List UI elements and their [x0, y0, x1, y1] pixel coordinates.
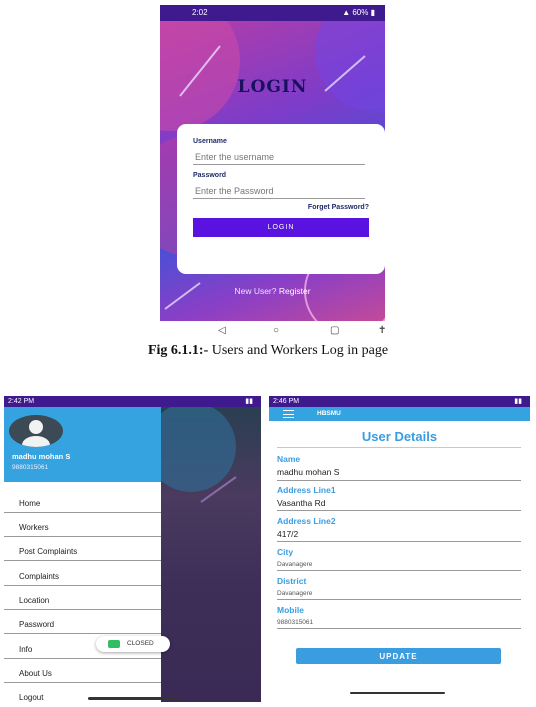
- district-value[interactable]: Davanagere: [277, 590, 312, 597]
- address-line1-label: Address Line1: [277, 485, 336, 495]
- figure-caption: Fig 6.1.1:- Users and Workers Log in pag…: [0, 343, 536, 359]
- login-button[interactable]: LOGIN: [193, 218, 369, 237]
- user-details-screen: 2:46 PM ▮▮ HBSMU User Details Name madhu…: [269, 396, 530, 702]
- menu-item-location[interactable]: Location: [4, 586, 161, 610]
- status-battery: ▲ 60% ▮: [342, 8, 375, 17]
- new-user-row: New User? Register: [160, 286, 385, 296]
- password-input[interactable]: [193, 184, 365, 199]
- username-label: Username: [193, 138, 227, 145]
- status-bar: 2:42 PM ▮▮: [4, 396, 261, 407]
- new-user-text: New User?: [234, 286, 277, 296]
- user-phone: 9880315061: [12, 464, 49, 471]
- password-label: Password: [193, 172, 227, 179]
- register-link[interactable]: Register: [279, 286, 311, 296]
- app-title: HBSMU: [317, 410, 341, 417]
- username-input[interactable]: [193, 150, 365, 165]
- accessibility-icon[interactable]: ✝: [378, 325, 385, 337]
- district-label: District: [277, 576, 307, 586]
- divider: [277, 599, 521, 600]
- battery-icon: ▮: [370, 8, 375, 17]
- back-icon[interactable]: ◁: [218, 325, 226, 337]
- menu-icon[interactable]: [283, 410, 294, 418]
- menu-item-password[interactable]: Password: [4, 610, 161, 634]
- user-icon: [22, 420, 50, 447]
- divider: [277, 541, 521, 542]
- page-title: User Details: [361, 429, 438, 444]
- drawer-header: madhu mohan S 9880315061: [4, 407, 161, 482]
- menu-item-workers[interactable]: Workers: [4, 513, 161, 537]
- login-card: Username Password Forget Password? LOGIN: [177, 124, 385, 274]
- user-name: madhu mohan S: [12, 452, 71, 461]
- home-indicator[interactable]: [350, 692, 445, 694]
- toast-text: CLOSED: [127, 640, 154, 647]
- divider: [277, 510, 521, 511]
- update-button[interactable]: UPDATE: [296, 648, 501, 664]
- avatar: [9, 415, 63, 447]
- status-bar: 2:02 ▲ 60% ▮: [160, 5, 385, 21]
- home-indicator[interactable]: [88, 697, 180, 700]
- divider: [277, 628, 521, 629]
- login-screen: 2:02 ▲ 60% ▮ LOGIN Username Password For…: [160, 5, 385, 341]
- app-bar: HBSMU: [269, 407, 530, 421]
- address-line2-value[interactable]: 417/2: [277, 529, 298, 539]
- home-icon[interactable]: ○: [273, 325, 279, 337]
- drawer-scrim[interactable]: [146, 402, 261, 702]
- navigation-drawer: madhu mohan S 9880315061 Home Workers Po…: [4, 407, 161, 702]
- battery-icon: ▮▮: [245, 398, 253, 405]
- divider: [277, 480, 521, 481]
- menu-item-complaints[interactable]: Complaints: [4, 562, 161, 586]
- forgot-password-link[interactable]: Forget Password?: [193, 204, 369, 211]
- divider: [277, 447, 521, 448]
- menu-item-about-us[interactable]: About Us: [4, 659, 161, 683]
- login-title: LOGIN: [237, 77, 308, 97]
- status-bar: 2:46 PM ▮▮: [269, 396, 530, 407]
- caption-figure: Fig 6.1.1:-: [147, 343, 209, 358]
- menu-item-post-complaints[interactable]: Post Complaints: [4, 537, 161, 561]
- battery-icon: ▮▮: [514, 398, 522, 405]
- signal-icon: ▲: [342, 8, 351, 17]
- status-time: 2:42 PM: [8, 398, 35, 405]
- scrim-shapes: [146, 402, 237, 503]
- city-label: City: [277, 547, 294, 557]
- toast: CLOSED: [96, 636, 170, 652]
- recents-icon[interactable]: ▢: [330, 325, 339, 337]
- divider: [277, 570, 521, 571]
- android-nav-bar: ◁ ○ ▢ ✝: [160, 321, 385, 341]
- menu-item-home[interactable]: Home: [4, 489, 161, 513]
- name-value[interactable]: madhu mohan S: [277, 467, 339, 477]
- city-value[interactable]: Davanagere: [277, 561, 312, 568]
- mobile-value[interactable]: 9880315061: [277, 619, 313, 626]
- drawer-screen: 2:42 PM ▮▮ madhu mohan S 9880315061 Home…: [4, 396, 261, 702]
- name-label: Name: [277, 454, 301, 464]
- address-line2-label: Address Line2: [277, 516, 336, 526]
- app-icon: [108, 640, 120, 648]
- mobile-label: Mobile: [277, 605, 304, 615]
- status-time: 2:02: [192, 8, 208, 17]
- address-line1-value[interactable]: Vasantha Rd: [277, 498, 326, 508]
- caption-text: Users and Workers Log in page: [211, 343, 389, 358]
- status-time: 2:46 PM: [273, 398, 300, 405]
